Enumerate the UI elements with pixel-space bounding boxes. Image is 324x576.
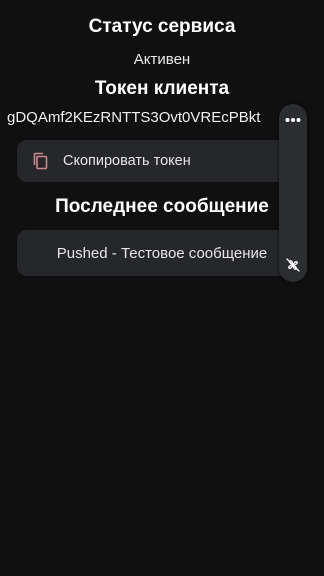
client-token-title: Токен клиента: [94, 78, 230, 99]
last-message-text: Pushed - Тестовое сообщение: [56, 244, 268, 262]
more-horizontal-icon: [285, 110, 301, 128]
copy-token-button[interactable]: Скопировать токен: [17, 140, 307, 182]
copy-token-label: Скопировать токен: [63, 153, 191, 169]
client-token-value: gDQAmf2KEzRNTTS3Ovt0VREcPBkt: [7, 109, 261, 126]
floating-toolbar: [279, 104, 307, 282]
service-status-value: Активен: [133, 51, 191, 68]
fan-off-button[interactable]: [279, 253, 307, 281]
last-message-card: Pushed - Тестовое сообщение: [17, 230, 307, 276]
app-screen: Статус сервиса Активен Токен клиента gDQ…: [0, 0, 324, 576]
more-options-button[interactable]: [279, 105, 307, 133]
copy-icon: [31, 151, 51, 171]
fan-off-icon: [285, 257, 301, 278]
last-message-title: Последнее сообщение: [55, 196, 269, 217]
service-status-title: Статус сервиса: [88, 16, 236, 37]
